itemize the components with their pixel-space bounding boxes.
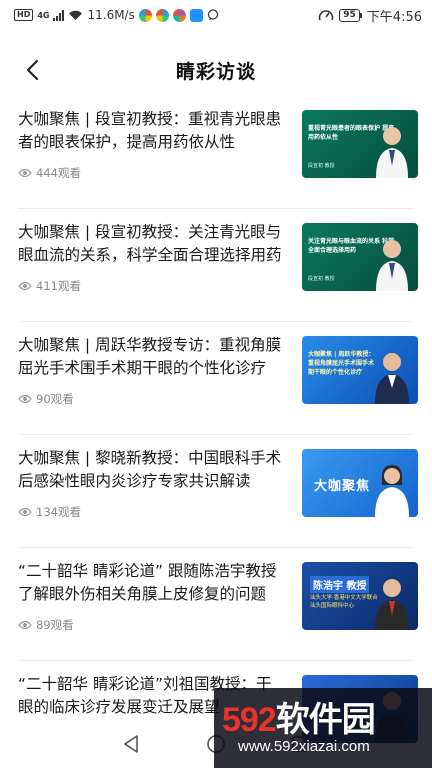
doctor-portrait-icon <box>375 353 409 404</box>
article-title[interactable]: 大咖聚焦 | 段宣初教授：关注青光眼与眼血流的关系，科学全面合理选择用药 <box>18 221 284 267</box>
article-title[interactable]: “二十韶华 睛彩论道” 跟随陈浩宇教授了解眼外伤相关角膜上皮修复的问题 <box>18 560 284 606</box>
thumbnail-subcaption: 汕头大学·香港中文大学联合汕头国际眼科中心 <box>310 595 378 609</box>
clock: 下午4:56 <box>366 9 422 25</box>
thumbnail-caption: 陈浩宇 教授 <box>310 576 370 593</box>
network-type: 4G <box>37 10 50 20</box>
article-thumbnail[interactable]: 重视青光眼患者的眼表保护 提高用药依从性 段宣初 教授 <box>302 110 418 178</box>
article-thumbnail[interactable]: 大咖聚焦 | 周跃华教授：重视角膜屈光手术围手术期干眼的个性化诊疗 <box>302 336 418 404</box>
app-icon-1 <box>138 8 152 22</box>
article-title[interactable]: 大咖聚焦 | 段宣初教授：重视青光眼患者的眼表保护，提高用药依从性 <box>18 108 284 154</box>
app-icon-4 <box>189 8 203 22</box>
speedometer-icon <box>318 10 334 21</box>
article-thumbnail[interactable]: 大咖聚焦 <box>302 449 418 517</box>
eye-icon <box>18 168 32 178</box>
article-item[interactable]: 大咖聚焦 | 段宣初教授：关注青光眼与眼血流的关系，科学全面合理选择用药 411… <box>18 209 418 322</box>
doctor-portrait-icon <box>375 465 409 517</box>
page-header: 睛彩访谈 <box>0 44 432 96</box>
network-speed: 11.6M/s <box>87 8 135 22</box>
eye-icon <box>18 281 32 291</box>
thumbnail-caption: 大咖聚焦 <box>314 479 371 494</box>
thumbnail-subcaption: 段宣初 教授 <box>308 163 335 169</box>
article-meta: 90观看 <box>18 391 74 407</box>
doctor-portrait-icon <box>376 240 408 291</box>
article-meta: 444观看 <box>18 165 81 181</box>
thumbnail-caption: 大咖聚焦 | 周跃华教授：重视角膜屈光手术围手术期干眼的个性化诊疗 <box>308 351 375 376</box>
hd-indicator: HD <box>14 9 34 21</box>
article-title[interactable]: 大咖聚焦 | 黎晓新教授：中国眼科手术后感染性眼内炎诊疗专家共识解读 <box>18 447 284 493</box>
view-count: 134观看 <box>36 505 81 519</box>
chat-bubble-icon <box>207 9 218 21</box>
article-meta: 89观看 <box>18 617 74 633</box>
article-title[interactable]: 大咖聚焦 | 周跃华教授专访：重视角膜屈光手术围手术期干眼的个性化诊疗 <box>18 334 284 380</box>
status-left: HD 4G 11.6M/s <box>14 8 318 22</box>
article-item[interactable]: 大咖聚焦 | 周跃华教授专访：重视角膜屈光手术围手术期干眼的个性化诊疗 90观看… <box>18 322 418 435</box>
article-item[interactable]: 大咖聚焦 | 段宣初教授：重视青光眼患者的眼表保护，提高用药依从性 444观看 … <box>18 96 418 209</box>
wifi-icon <box>69 10 83 20</box>
eye-icon <box>18 507 32 517</box>
doctor-portrait-icon <box>376 127 408 178</box>
app-icon-3 <box>172 8 186 22</box>
watermark-text: 软件园 <box>275 701 376 739</box>
article-thumbnail[interactable]: 陈浩宇 教授 汕头大学·香港中文大学联合汕头国际眼科中心 <box>302 562 418 630</box>
eye-icon <box>18 620 32 630</box>
watermark-logo: 592软件园 <box>222 692 376 741</box>
eye-icon <box>18 394 32 404</box>
chevron-left-icon <box>26 59 39 81</box>
app-icon-2 <box>155 8 169 22</box>
article-item[interactable]: “二十韶华 睛彩论道” 跟随陈浩宇教授了解眼外伤相关角膜上皮修复的问题 89观看… <box>18 548 418 661</box>
article-list: 大咖聚焦 | 段宣初教授：重视青光眼患者的眼表保护，提高用药依从性 444观看 … <box>0 96 432 768</box>
article-meta: 134观看 <box>18 504 81 520</box>
nav-back-icon[interactable] <box>122 734 142 754</box>
article-thumbnail[interactable]: 关注青光眼与眼血流的关系 科学全面合理选择用药 段宣初 教授 <box>302 223 418 291</box>
status-right: 95 下午4:56 <box>318 6 422 25</box>
article-meta: 411观看 <box>18 278 81 294</box>
view-count: 411观看 <box>36 279 81 293</box>
article-item[interactable]: 大咖聚焦 | 黎晓新教授：中国眼科手术后感染性眼内炎诊疗专家共识解读 134观看… <box>18 435 418 548</box>
battery-icon: 95 <box>339 8 362 22</box>
watermark-number: 592 <box>222 701 277 739</box>
back-button[interactable] <box>18 56 46 84</box>
thumbnail-subcaption: 段宣初 教授 <box>308 276 335 282</box>
page-title: 睛彩访谈 <box>175 60 256 83</box>
view-count: 444观看 <box>36 166 81 180</box>
battery-level: 95 <box>339 8 360 22</box>
status-bar: HD 4G 11.6M/s 95 下午4:56 <box>0 0 432 30</box>
view-count: 90观看 <box>36 392 74 406</box>
doctor-portrait-icon <box>375 579 409 630</box>
site-watermark: 592软件园 www.592xiazai.com <box>214 688 432 768</box>
view-count: 89观看 <box>36 618 74 632</box>
signal-bars-icon <box>53 9 65 21</box>
watermark-url: www.592xiazai.com <box>238 738 370 755</box>
